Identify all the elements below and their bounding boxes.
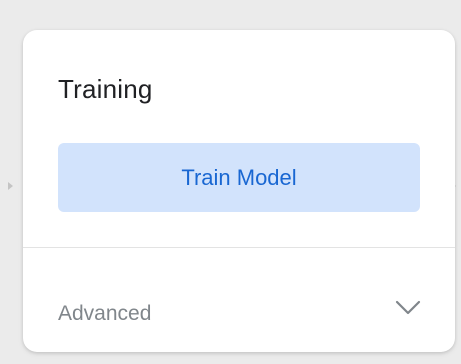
chevron-down-icon [395, 300, 421, 315]
card-title: Training [58, 74, 153, 104]
canvas-background: Training Train Model Advanced [0, 0, 461, 364]
train-model-button[interactable]: Train Model [58, 143, 420, 212]
advanced-label: Advanced [58, 302, 152, 325]
training-card: Training Train Model Advanced [23, 30, 455, 352]
arrow-right-icon [8, 182, 13, 190]
advanced-toggle[interactable]: Advanced [23, 248, 455, 352]
